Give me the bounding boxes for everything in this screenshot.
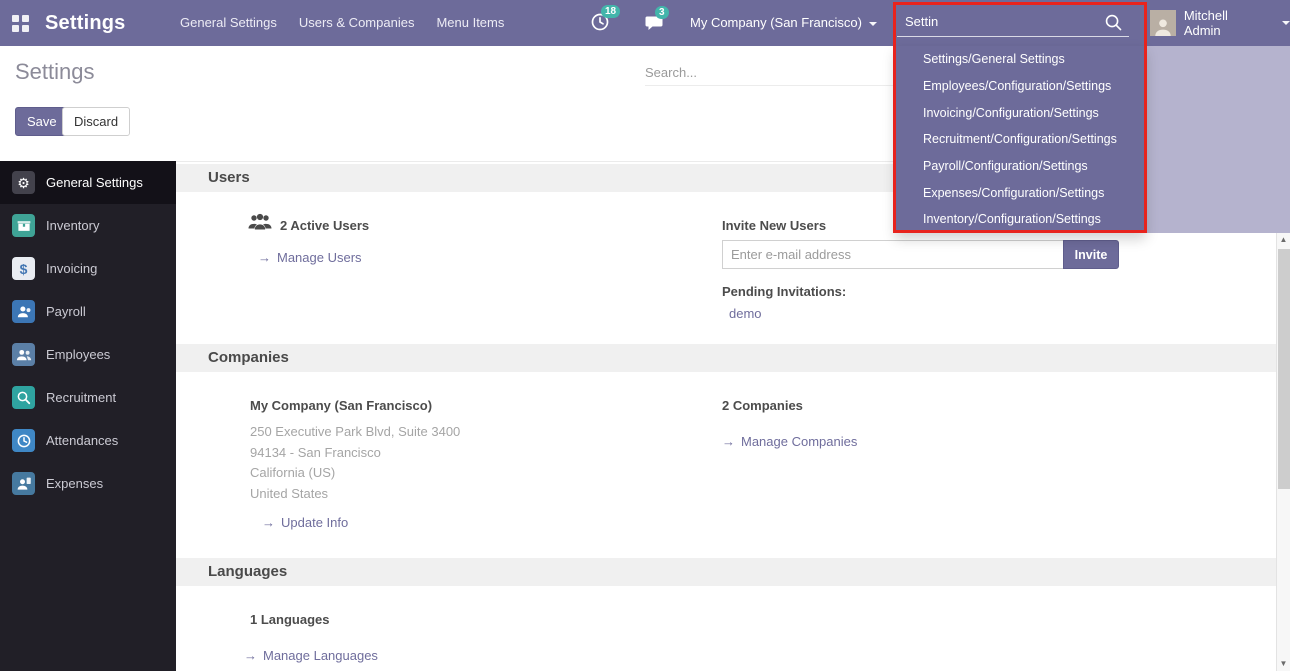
invite-form: Invite	[722, 240, 1119, 269]
activity-clock-icon[interactable]: 18	[590, 12, 610, 37]
search-result-item[interactable]: Settings/General Settings	[895, 46, 1146, 73]
address-line: California (US)	[250, 463, 460, 484]
user-menu[interactable]: Mitchell Admin	[1150, 0, 1290, 46]
manage-languages-link[interactable]: →Manage Languages	[244, 648, 378, 663]
update-info-link[interactable]: →Update Info	[262, 515, 348, 530]
messages-icon[interactable]: 3	[644, 13, 664, 38]
menu-menu-items[interactable]: Menu Items	[425, 0, 515, 46]
invite-email-field[interactable]	[722, 240, 1064, 269]
settings-app-icon: ⚙	[12, 171, 35, 194]
companies-count: 2 Companies	[722, 398, 803, 413]
section-header-companies: Companies	[176, 344, 1276, 372]
invoicing-app-icon: $	[12, 257, 35, 280]
top-menu: General Settings Users & Companies Menu …	[169, 0, 515, 46]
scrollbar-thumb[interactable]	[1278, 249, 1290, 489]
user-name: Mitchell Admin	[1184, 8, 1267, 38]
save-button[interactable]: Save	[15, 107, 69, 136]
languages-count: 1 Languages	[250, 612, 329, 627]
caret-down-icon	[1282, 21, 1290, 25]
arrow-right-icon: →	[258, 250, 271, 265]
arrow-right-icon: →	[262, 515, 275, 530]
sidebar-item-general-settings[interactable]: ⚙ General Settings	[0, 161, 176, 204]
arrow-right-icon: →	[244, 648, 257, 663]
search-result-item[interactable]: Payroll/Configuration/Settings	[895, 153, 1146, 180]
search-result-item[interactable]: Inventory/Configuration/Settings	[895, 206, 1146, 233]
app-title: Settings	[45, 0, 126, 46]
search-result-item[interactable]: Employees/Configuration/Settings	[895, 73, 1146, 100]
menu-general-settings[interactable]: General Settings	[169, 0, 288, 46]
address-line: 250 Executive Park Blvd, Suite 3400	[250, 422, 460, 443]
avatar	[1150, 10, 1176, 36]
company-name: My Company (San Francisco)	[250, 398, 432, 413]
section-header-languages: Languages	[176, 558, 1276, 586]
scrollbar-up-arrow[interactable]: ▲	[1277, 233, 1290, 247]
sidebar-item-invoicing[interactable]: $ Invoicing	[0, 247, 176, 290]
address-line: United States	[250, 484, 460, 505]
scrollbar-down-arrow[interactable]: ▼	[1277, 657, 1290, 671]
search-icon[interactable]	[1104, 13, 1123, 37]
users-group-icon	[248, 212, 272, 237]
menu-search-box	[897, 7, 1129, 37]
expenses-app-icon	[12, 472, 35, 495]
sidebar-item-employees[interactable]: Employees	[0, 333, 176, 376]
active-users-count: 2 Active Users	[280, 218, 369, 233]
address-line: 94134 - San Francisco	[250, 443, 460, 464]
company-switcher[interactable]: My Company (San Francisco)	[690, 0, 877, 46]
invite-new-users-label: Invite New Users	[722, 218, 826, 233]
search-result-item[interactable]: Invoicing/Configuration/Settings	[895, 99, 1146, 126]
settings-sidebar: ⚙ General Settings Inventory $ Invoicing…	[0, 161, 176, 671]
company-address: 250 Executive Park Blvd, Suite 3400 9413…	[250, 422, 460, 504]
settings-content: Users 2 Active Users →Manage Users Invit…	[176, 161, 1276, 671]
invite-button[interactable]: Invite	[1063, 240, 1119, 269]
sidebar-item-recruitment[interactable]: Recruitment	[0, 376, 176, 419]
payroll-app-icon	[12, 300, 35, 323]
menu-search-input[interactable]	[897, 7, 1092, 35]
inventory-app-icon	[12, 214, 35, 237]
pending-invitations-label: Pending Invitations:	[722, 284, 846, 299]
activity-badge: 18	[601, 5, 620, 18]
sidebar-item-attendances[interactable]: Attendances	[0, 419, 176, 462]
apps-menu-icon[interactable]	[12, 15, 29, 32]
caret-down-icon	[869, 22, 877, 26]
menu-users-companies[interactable]: Users & Companies	[288, 0, 426, 46]
manage-companies-link[interactable]: →Manage Companies	[722, 434, 857, 449]
vertical-scrollbar[interactable]: ▲ ▼	[1276, 233, 1290, 671]
arrow-right-icon: →	[722, 434, 735, 449]
search-result-item[interactable]: Expenses/Configuration/Settings	[895, 179, 1146, 206]
sidebar-item-inventory[interactable]: Inventory	[0, 204, 176, 247]
search-result-item[interactable]: Recruitment/Configuration/Settings	[895, 126, 1146, 153]
attendances-app-icon	[12, 429, 35, 452]
recruitment-app-icon	[12, 386, 35, 409]
manage-users-link[interactable]: →Manage Users	[258, 250, 362, 265]
employees-app-icon	[12, 343, 35, 366]
messages-badge: 3	[655, 6, 669, 19]
discard-button[interactable]: Discard	[62, 107, 130, 136]
page-title: Settings	[15, 59, 95, 85]
pending-user-link[interactable]: demo	[729, 306, 762, 321]
sidebar-item-payroll[interactable]: Payroll	[0, 290, 176, 333]
menu-search-results: Settings/General Settings Employees/Conf…	[895, 46, 1146, 233]
dropdown-overlay-panel	[1146, 46, 1290, 233]
sidebar-item-expenses[interactable]: Expenses	[0, 462, 176, 505]
